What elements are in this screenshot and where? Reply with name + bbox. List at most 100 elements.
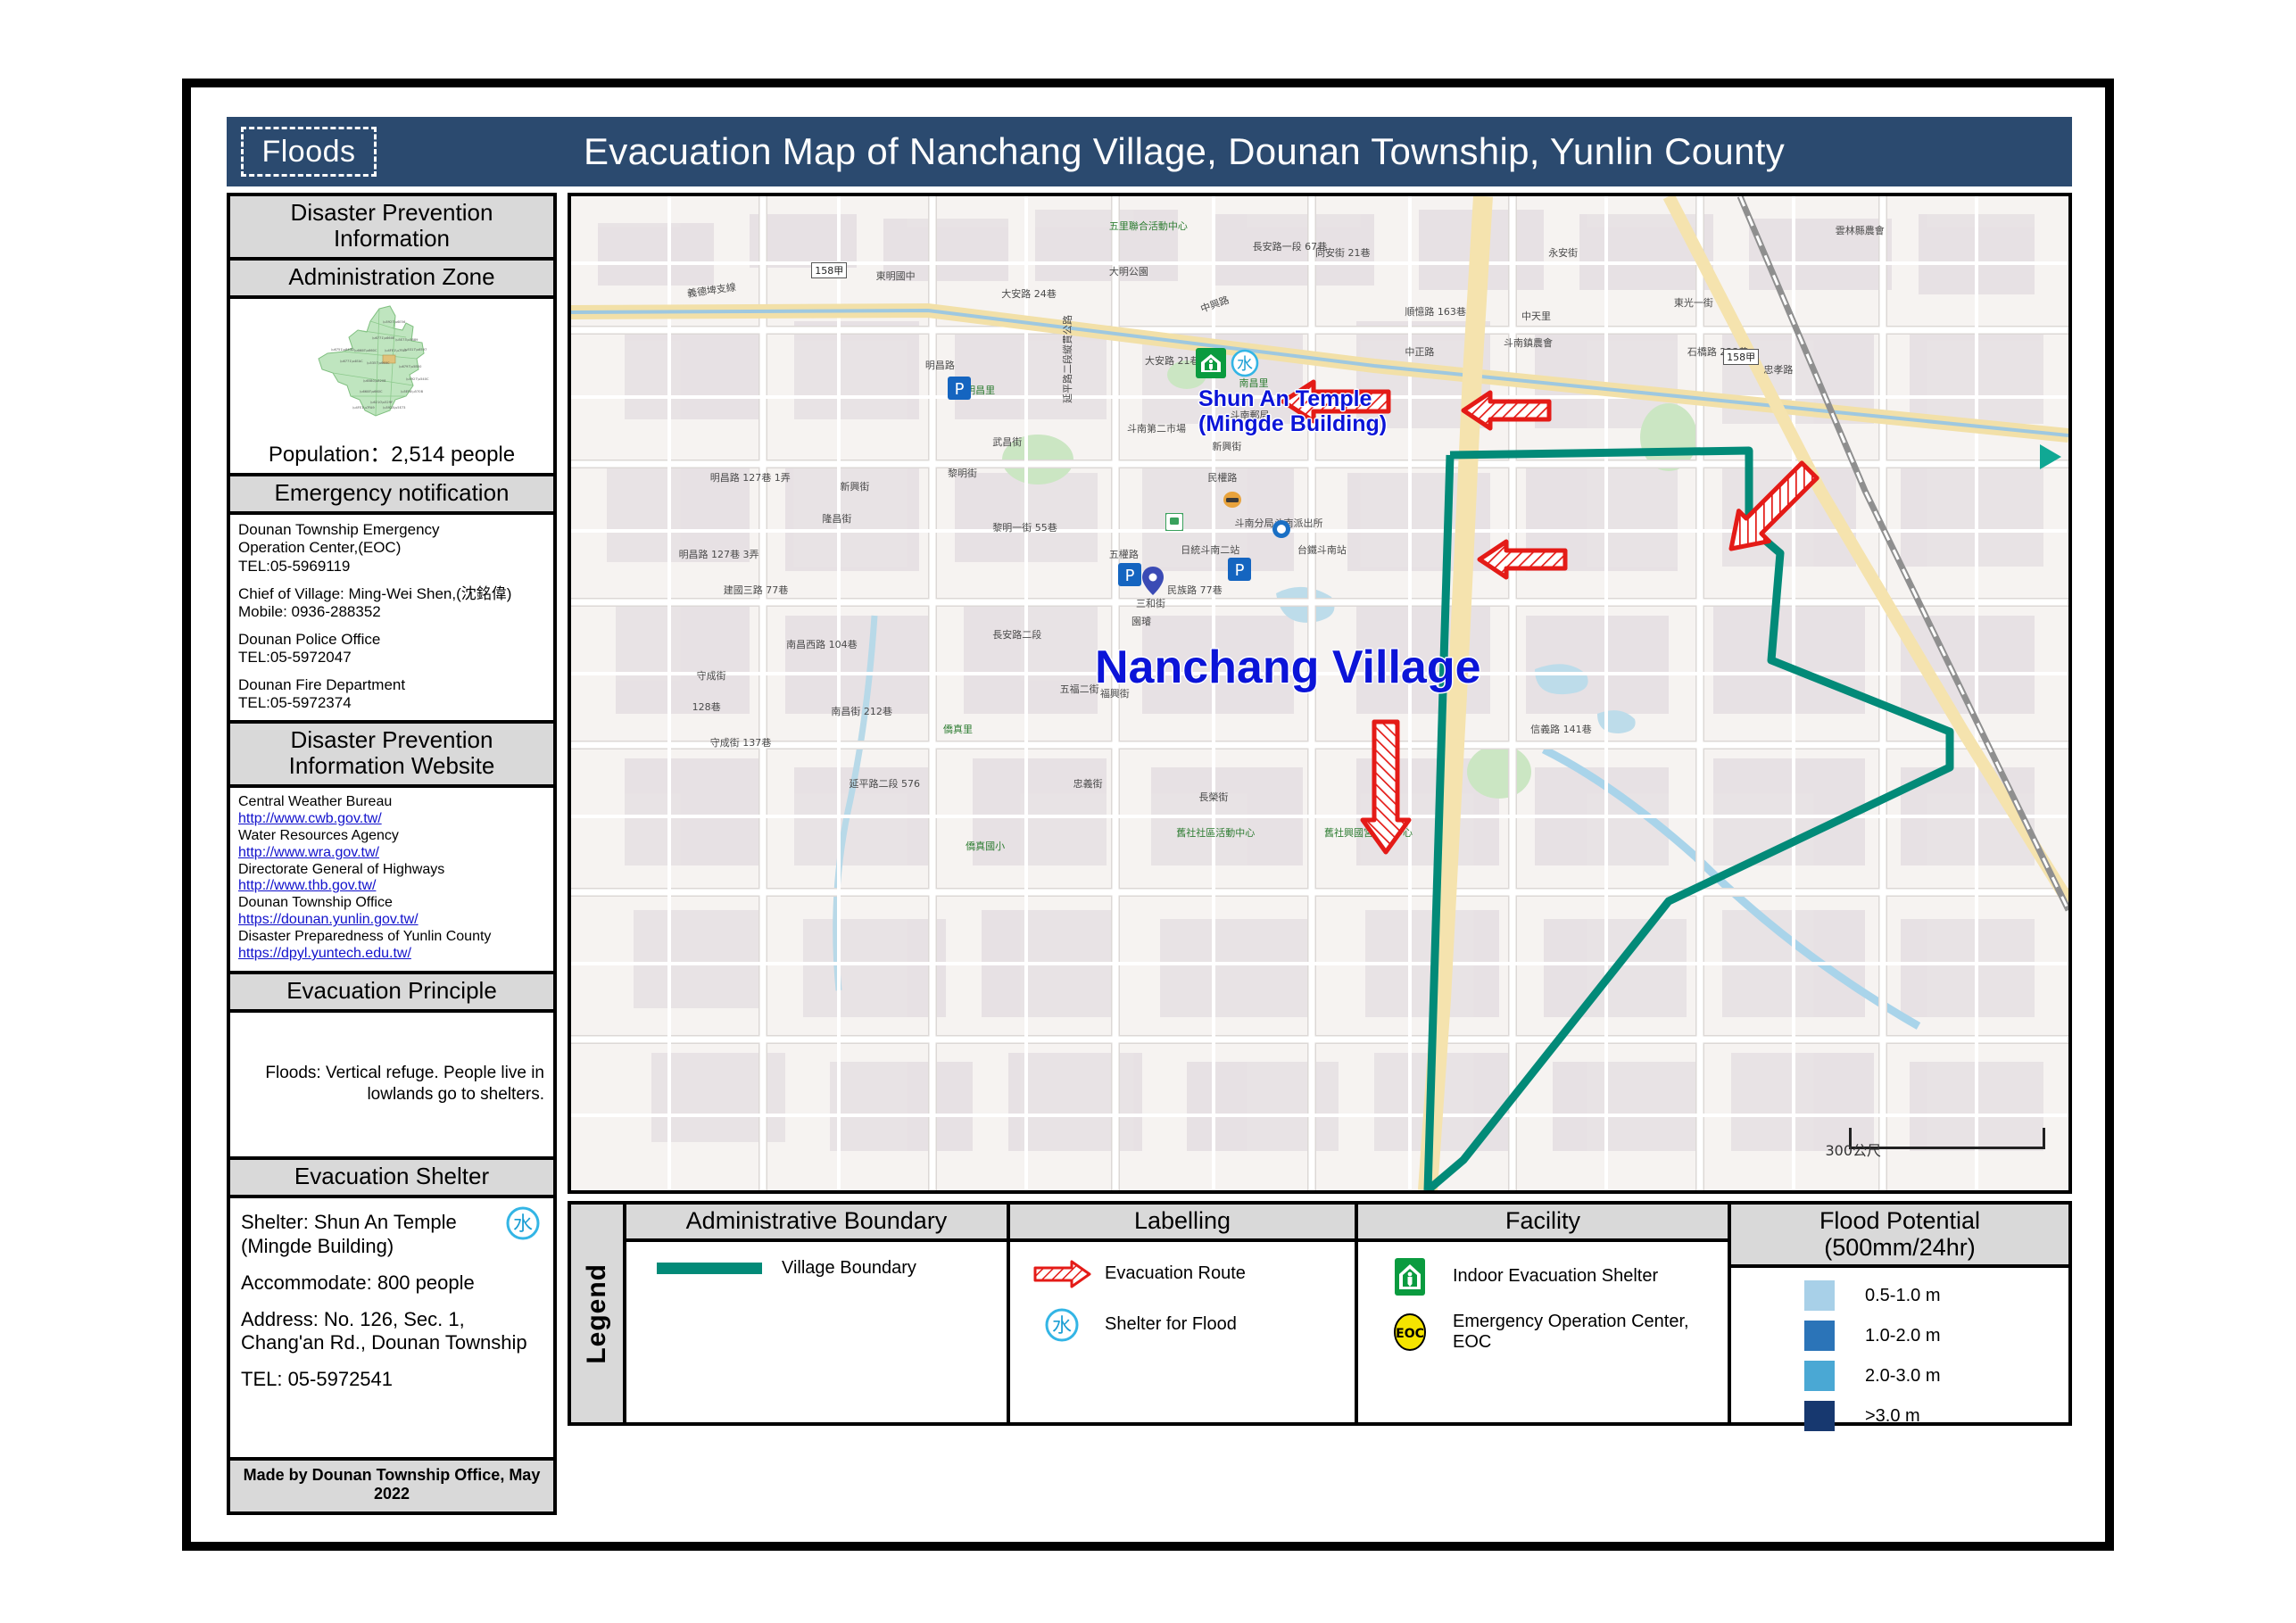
water-shelter-icon: 水 bbox=[1230, 348, 1260, 383]
map-street-label: 黎明一街 55巷 bbox=[992, 521, 1057, 534]
website-link[interactable]: http://www.cwb.gov.tw/ bbox=[238, 811, 545, 828]
svg-text:\u6210\u529F: \u6210\u529F bbox=[370, 401, 393, 404]
legend-heading-labelling: Labelling bbox=[1010, 1205, 1355, 1242]
water-shelter-icon: 水 bbox=[505, 1205, 541, 1247]
contact-name-line2: Operation Center,(EOC) bbox=[238, 539, 402, 557]
flood-class-swatch bbox=[1804, 1280, 1835, 1312]
legend-heading-facility: Facility bbox=[1358, 1205, 1728, 1242]
map-legend: Legend Administrative Boundary Village B… bbox=[568, 1201, 2072, 1432]
contact-name-line1: Dounan Fire Department bbox=[238, 675, 406, 693]
map-street-label: 守成街 bbox=[696, 669, 726, 682]
map-street-label: 明昌路 bbox=[924, 360, 955, 372]
evacuation-map[interactable]: 義德埤支線 158甲 東明國中 大明公園 五里聯合活動中心 大安路 21巷 大安路 24巷中… bbox=[568, 193, 2072, 1194]
map-street-label: 南昌西路 104巷 bbox=[786, 638, 858, 650]
website-link[interactable]: https://dpyl.yuntech.edu.tw/ bbox=[238, 946, 545, 963]
svg-text:\u660E\u660C: \u660E\u660C bbox=[354, 349, 377, 352]
legend-item: Indoor Evacuation Shelter bbox=[1367, 1257, 1719, 1296]
legend-item: Evacuation Route bbox=[1019, 1258, 1346, 1290]
map-street-label: 158甲 bbox=[1723, 349, 1760, 366]
map-street-label: 雲林縣農會 bbox=[1835, 225, 1885, 237]
svg-text:\u592A\u5E73: \u592A\u5E73 bbox=[383, 406, 405, 410]
legend-item-label: Village Boundary bbox=[782, 1257, 916, 1278]
website-link[interactable]: http://www.thb.gov.tw/ bbox=[238, 878, 545, 895]
shelter-map-label-line2: (Mingde Building) bbox=[1198, 411, 1388, 436]
map-street-label: 永安街 bbox=[1548, 247, 1579, 260]
svg-text:\u6771\u660E: \u6771\u660E bbox=[372, 336, 395, 340]
map-street-label: 建國三路 77巷 bbox=[723, 584, 789, 597]
legend-item-label: Evacuation Route bbox=[1105, 1263, 1246, 1283]
contact-item: Dounan Fire Department TEL:05-5972374 bbox=[238, 676, 545, 712]
flood-class-swatch bbox=[1804, 1401, 1835, 1432]
map-street-label: 順憶路 163巷 bbox=[1405, 305, 1466, 318]
section-heading-evacuation-shelter: Evacuation Shelter bbox=[230, 1159, 553, 1199]
hazard-type-tag: Floods bbox=[241, 127, 377, 177]
map-street-label: 忠義街 bbox=[1073, 777, 1103, 790]
police-icon bbox=[1223, 490, 1242, 514]
flood-class-swatch bbox=[1804, 1321, 1835, 1352]
map-street-label: 舊社社區活動中心 bbox=[1176, 827, 1256, 840]
svg-text:\u5EFA\u570B: \u5EFA\u570B bbox=[401, 390, 424, 393]
legend-column-administrative-boundary: Administrative Boundary Village Boundary bbox=[626, 1205, 1010, 1422]
flood-class-item: 0.5-1.0 m bbox=[1740, 1280, 2060, 1312]
flood-class-swatch bbox=[1804, 1361, 1835, 1392]
website-link[interactable]: http://www.wra.gov.tw/ bbox=[238, 845, 545, 862]
svg-text:P: P bbox=[955, 380, 965, 399]
svg-text:\u6751\u843D: \u6751\u843D bbox=[331, 348, 354, 352]
legend-body-flood-potential: 0.5-1.0 m 1.0-2.0 m 2.0-3.0 m >3.0 m bbox=[1731, 1268, 2068, 1446]
legend-heading-administrative-boundary: Administrative Boundary bbox=[626, 1205, 1007, 1242]
svg-text:\u5E73\u5B89: \u5E73\u5B89 bbox=[395, 338, 419, 342]
flood-class-item: 2.0-3.0 m bbox=[1740, 1361, 2060, 1392]
section-heading-evacuation-principle: Evacuation Principle bbox=[230, 973, 553, 1013]
svg-text:\u5357\u660C: \u5357\u660C bbox=[367, 361, 390, 365]
contact-item: Dounan Township Emergency Operation Cent… bbox=[238, 521, 545, 575]
svg-text:P: P bbox=[1235, 561, 1245, 580]
website-heading-line1: Disaster Prevention bbox=[290, 725, 493, 753]
website-name: Water Resources Agency bbox=[238, 827, 399, 843]
legend-label-tab: Legend bbox=[571, 1205, 626, 1422]
contact-name-line1: Dounan Police Office bbox=[238, 630, 381, 648]
map-street-label: 五里聯合活動中心 bbox=[1108, 220, 1188, 233]
flood-class-item: >3.0 m bbox=[1740, 1401, 2060, 1432]
svg-text:水: 水 bbox=[513, 1213, 533, 1236]
website-name: Directorate General of Highways bbox=[238, 861, 445, 877]
svg-text:\u5927\u6E56: \u5927\u6E56 bbox=[383, 320, 406, 324]
village-map-label: Nanchang Village bbox=[1095, 642, 1481, 693]
legend-item-label: Emergency Operation Center, EOC bbox=[1453, 1311, 1689, 1353]
svg-text:水: 水 bbox=[1052, 1315, 1072, 1337]
website-name: Central Weather Bureau bbox=[238, 794, 393, 810]
poster-frame: Floods Evacuation Map of Nanchang Villag… bbox=[182, 79, 2114, 1551]
shelter-map-label: Shun An Temple (Mingde Building) bbox=[1198, 386, 1387, 436]
contact-tel: TEL:05-5972047 bbox=[238, 648, 352, 666]
flood-class-label: 0.5-1.0 m bbox=[1865, 1285, 1941, 1305]
legend-item: Village Boundary bbox=[635, 1258, 998, 1279]
website-item: Water Resources Agency http://www.wra.go… bbox=[238, 828, 545, 862]
parking-icon: P bbox=[1118, 563, 1141, 591]
map-street-label: 民族路 77巷 bbox=[1167, 584, 1223, 597]
website-link[interactable]: https://dounan.yunlin.gov.tw/ bbox=[238, 912, 545, 929]
contact-name-line1: Dounan Township Emergency bbox=[238, 521, 440, 539]
map-street-label: 同安街 21巷 bbox=[1314, 247, 1371, 260]
legend-column-labelling: Labelling Evacuation Route 水 Shelter for… bbox=[1010, 1205, 1358, 1422]
map-street-label: 大明公園 bbox=[1108, 265, 1148, 277]
parking-icon: P bbox=[1228, 558, 1251, 585]
poster-inner: Floods Evacuation Map of Nanchang Villag… bbox=[198, 95, 2098, 1535]
legend-item: 水 Shelter for Flood bbox=[1019, 1306, 1346, 1344]
website-name: Dounan Township Office bbox=[238, 895, 393, 911]
website-item: Directorate General of Highways http://w… bbox=[238, 862, 545, 896]
map-street-label: 五權路 bbox=[1108, 548, 1139, 560]
legend-body-administrative-boundary: Village Boundary bbox=[626, 1242, 1007, 1422]
map-street-label: 黎明街 bbox=[948, 468, 977, 480]
svg-text:P: P bbox=[1125, 567, 1135, 585]
township-zone-map-icon: \u5927\u6E56 \u6771\u660E \u5E73\u5B89 \… bbox=[230, 302, 553, 429]
section-heading-prevention-website: Disaster Prevention Information Website bbox=[230, 723, 553, 789]
map-street-label: 五福二街 bbox=[1059, 683, 1099, 695]
map-scale-label: 300公尺 bbox=[1825, 1142, 1881, 1159]
svg-text:\u4FE1\u7FA9: \u4FE1\u7FA9 bbox=[352, 406, 375, 410]
evacuation-route-arrow-icon bbox=[1019, 1258, 1105, 1290]
map-street-label: 長安路二段 bbox=[992, 629, 1042, 642]
train-station-icon bbox=[1272, 519, 1291, 543]
website-item: Central Weather Bureau http://www.cwb.go… bbox=[238, 794, 545, 828]
emergency-contacts-panel: Dounan Township Emergency Operation Cent… bbox=[230, 515, 553, 724]
map-street-label: 日統斗南二站 bbox=[1181, 543, 1240, 556]
website-heading-line2: Information Website bbox=[288, 751, 495, 779]
